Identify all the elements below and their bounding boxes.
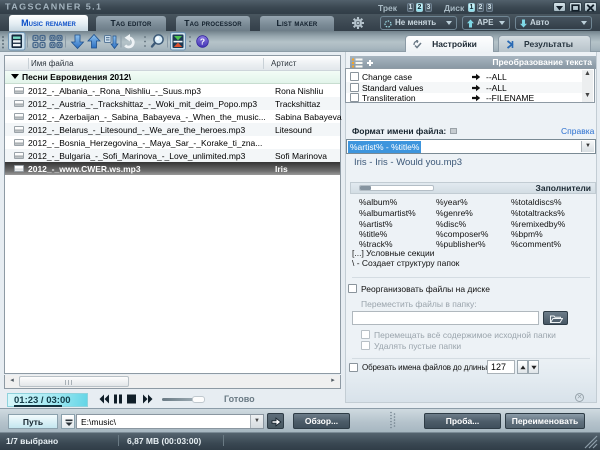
svg-text:?: ?	[200, 37, 205, 47]
